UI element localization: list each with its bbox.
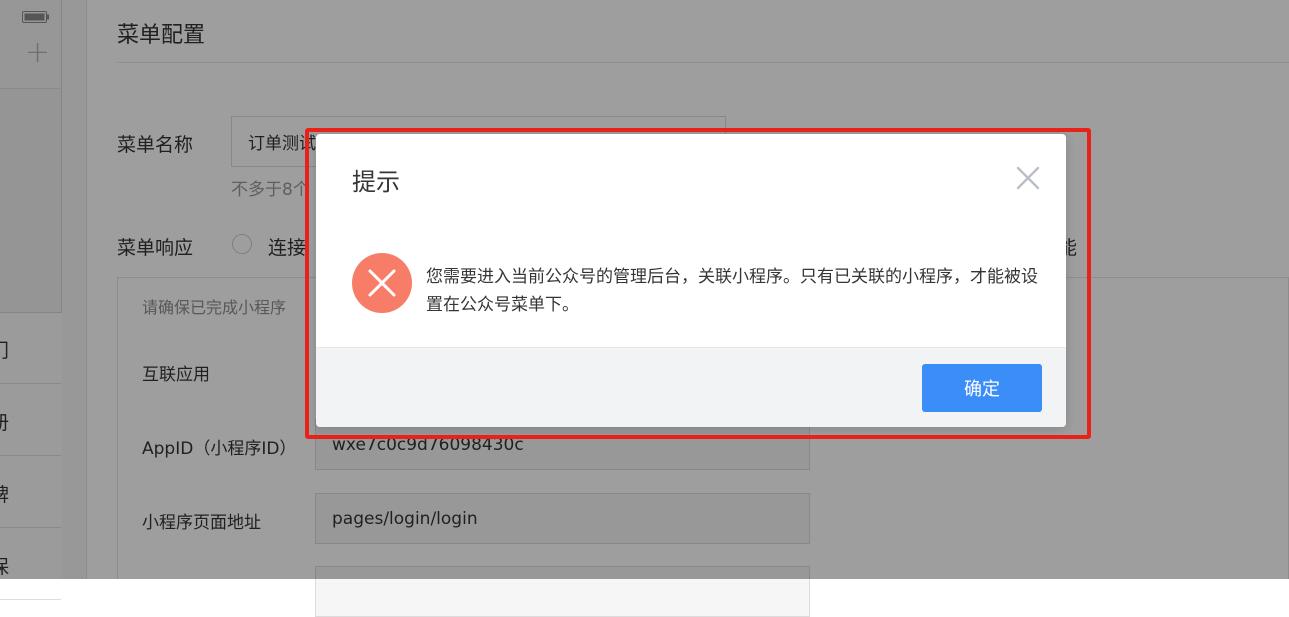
- highlight-box: [305, 128, 1091, 439]
